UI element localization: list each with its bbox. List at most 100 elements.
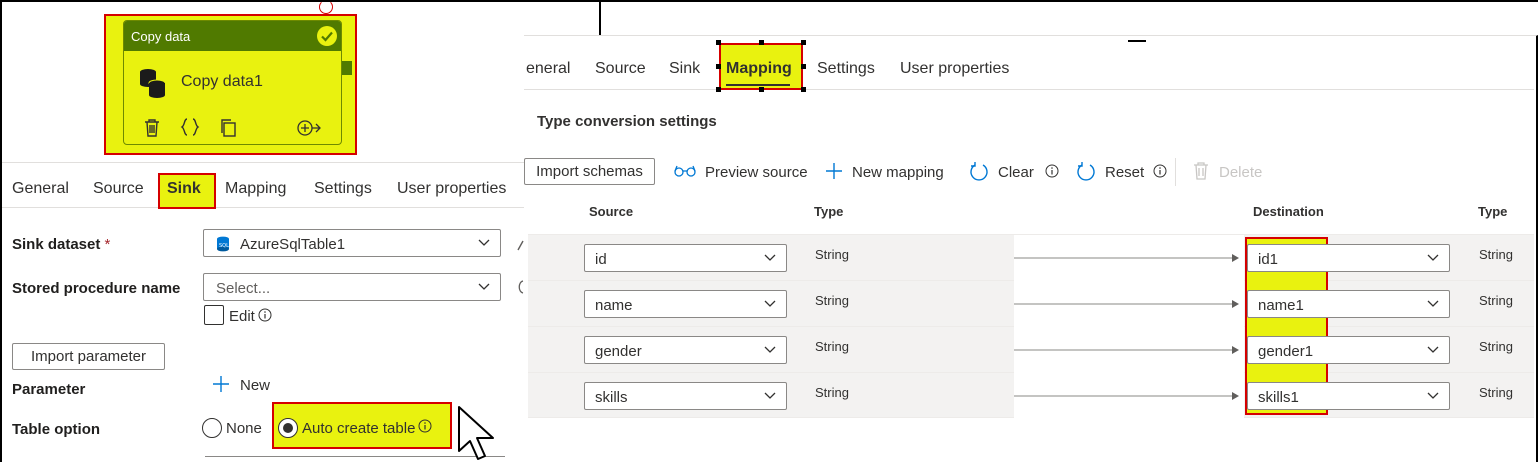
source-type-column-header: Type — [814, 204, 844, 219]
destination-column-dropdown[interactable]: name1 — [1247, 290, 1450, 318]
mapping-arrow-icon — [1014, 345, 1240, 355]
parameter-label: Parameter — [12, 381, 86, 398]
glasses-icon — [674, 165, 696, 177]
destination-type-cell: String — [1479, 293, 1513, 308]
sql-table-icon: SQL — [216, 236, 230, 252]
destination-column-value: id1 — [1258, 251, 1279, 268]
chevron-down-icon — [478, 239, 490, 247]
sink-dataset-value: AzureSqlTable1 — [240, 236, 346, 253]
destination-column-value: gender1 — [1258, 343, 1314, 360]
left-tab-mapping[interactable]: Mapping — [225, 180, 286, 198]
info-icon[interactable] — [258, 308, 272, 322]
selection-handle — [759, 40, 764, 45]
source-type-cell: String — [815, 247, 849, 262]
source-type-cell: String — [815, 385, 849, 400]
clear-icon — [969, 162, 989, 182]
right-tab-sink[interactable]: Sink — [669, 60, 700, 78]
info-icon[interactable] — [418, 419, 432, 433]
preview-source-button[interactable]: Preview source — [705, 164, 808, 181]
delete-icon[interactable] — [143, 118, 161, 138]
left-tab-source[interactable]: Source — [93, 180, 144, 198]
left-tab-sink[interactable]: Sink — [167, 180, 201, 198]
edit-checkbox-label: Edit — [229, 308, 255, 325]
table-option-none-radio[interactable] — [202, 418, 222, 438]
code-braces-icon[interactable] — [180, 117, 200, 137]
edit-dataset-pencil-icon[interactable] — [516, 238, 524, 252]
table-option-auto-label: Auto create table — [302, 420, 416, 437]
required-mark: * — [104, 236, 111, 253]
destination-type-cell: String — [1479, 385, 1513, 400]
refresh-partial-icon[interactable] — [516, 279, 524, 295]
clone-icon[interactable] — [219, 118, 237, 138]
reset-button[interactable]: Reset — [1105, 164, 1144, 181]
info-icon[interactable] — [1045, 164, 1059, 178]
table-option-label: Table option — [12, 421, 101, 438]
destination-column-dropdown[interactable]: skills1 — [1247, 382, 1450, 410]
sink-dataset-label: Sink dataset * — [12, 236, 110, 253]
selection-handle — [759, 87, 764, 92]
plus-icon — [825, 162, 843, 180]
source-type-cell: String — [815, 293, 849, 308]
chevron-down-icon — [1427, 254, 1439, 262]
delete-button[interactable]: Delete — [1219, 164, 1262, 181]
destination-column-value: name1 — [1258, 297, 1304, 314]
destination-type-cell: String — [1479, 339, 1513, 354]
new-mapping-button[interactable]: New mapping — [852, 164, 944, 181]
source-column-header: Source — [589, 204, 634, 219]
source-column-dropdown[interactable]: gender — [584, 336, 787, 364]
source-column-dropdown[interactable]: skills — [584, 382, 787, 410]
chevron-down-icon — [764, 254, 776, 262]
plus-icon[interactable] — [212, 375, 230, 393]
chevron-down-icon — [1427, 300, 1439, 308]
destination-column-dropdown[interactable]: gender1 — [1247, 336, 1450, 364]
destination-column-header: Destination — [1253, 204, 1324, 219]
mapping-arrow-icon — [1014, 299, 1240, 309]
right-tab-general[interactable]: eneral — [526, 60, 570, 78]
add-output-icon[interactable] — [296, 119, 322, 137]
selection-handle — [801, 64, 806, 69]
table-option-auto-radio[interactable] — [278, 418, 298, 438]
clear-button[interactable]: Clear — [998, 164, 1034, 181]
chevron-down-icon — [1427, 392, 1439, 400]
right-tab-mapping[interactable]: Mapping — [726, 60, 792, 78]
destination-column-value: skills1 — [1258, 389, 1299, 406]
toolbar-divider — [1175, 158, 1176, 186]
svg-text:SQL: SQL — [219, 243, 229, 249]
left-tab-settings[interactable]: Settings — [314, 180, 372, 198]
destination-column-dropdown[interactable]: id1 — [1247, 244, 1450, 272]
success-check-icon — [317, 26, 337, 46]
mouse-cursor-icon — [455, 405, 499, 462]
mapping-arrow-icon — [1014, 391, 1240, 401]
right-tab-source[interactable]: Source — [595, 60, 646, 78]
table-option-none-label: None — [226, 420, 262, 437]
left-tab-general[interactable]: General — [12, 180, 69, 198]
left-tab-user-properties[interactable]: User properties — [397, 180, 506, 198]
source-column-value: name — [595, 297, 633, 314]
info-icon[interactable] — [1153, 164, 1167, 178]
source-column-dropdown[interactable]: name — [584, 290, 787, 318]
activity-name: Copy data1 — [181, 73, 263, 90]
import-schemas-button[interactable]: Import schemas — [524, 158, 655, 185]
type-conversion-settings-toggle[interactable]: Type conversion settings — [537, 113, 717, 130]
right-tab-settings[interactable]: Settings — [817, 60, 875, 78]
activity-type-label: Copy data — [131, 29, 191, 44]
mapping-tab-underline — [726, 84, 790, 86]
right-tab-user-properties[interactable]: User properties — [900, 60, 1009, 78]
copy-data-db-icon — [138, 67, 168, 99]
right-frame-top-border — [601, 0, 1538, 2]
destination-type-cell: String — [1479, 247, 1513, 262]
selection-handle — [801, 40, 806, 45]
chevron-down-icon — [764, 300, 776, 308]
chevron-down-icon — [478, 283, 490, 291]
import-parameter-button[interactable]: Import parameter — [12, 343, 165, 370]
source-column-dropdown[interactable]: id — [584, 244, 787, 272]
stored-procedure-dropdown[interactable]: Select... — [203, 273, 501, 301]
source-column-value: id — [595, 251, 607, 268]
reset-icon — [1076, 162, 1096, 182]
copy-data-activity[interactable]: Copy data Copy data1 — [123, 20, 342, 145]
chevron-down-icon — [1427, 346, 1439, 354]
new-parameter-button[interactable]: New — [240, 377, 270, 394]
edit-checkbox[interactable] — [204, 305, 224, 325]
sink-dataset-dropdown[interactable]: SQL AzureSqlTable1 — [203, 229, 501, 257]
activity-output-port[interactable] — [342, 61, 352, 75]
